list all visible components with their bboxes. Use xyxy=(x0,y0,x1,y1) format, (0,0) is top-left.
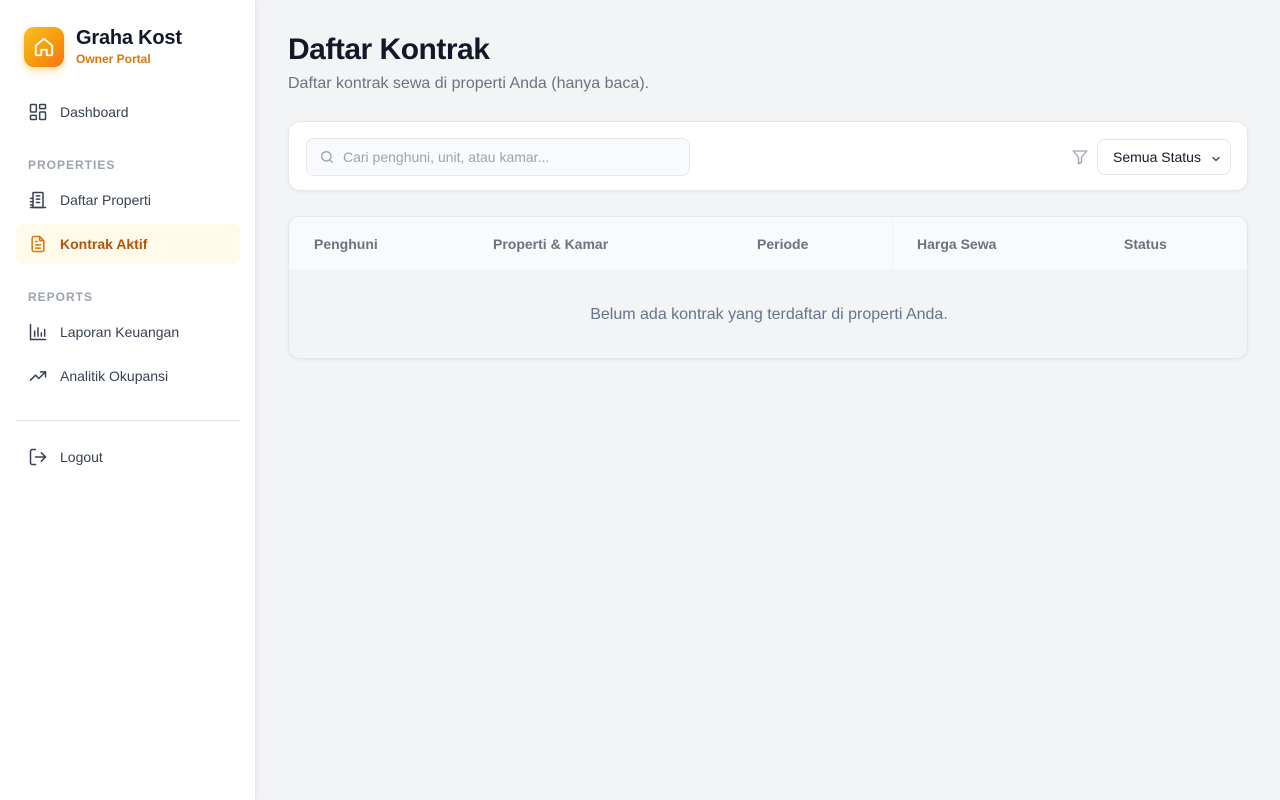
logout-icon xyxy=(28,447,48,467)
trending-up-icon xyxy=(28,366,48,386)
filter-icon xyxy=(1071,148,1089,166)
search-icon xyxy=(319,149,335,165)
sidebar-item-label: Daftar Properti xyxy=(60,192,152,208)
column-header-penghuni[interactable]: Penghuni xyxy=(314,236,378,252)
sidebar-item-label: Analitik Okupansi xyxy=(60,368,169,384)
filter-bar: Semua Status xyxy=(288,121,1248,191)
brand[interactable]: Graha Kost Owner Portal xyxy=(24,26,182,67)
search-box[interactable] xyxy=(306,138,690,176)
sidebar: Graha Kost Owner Portal Dashboard PROPER… xyxy=(0,0,256,800)
column-header-properti-kamar[interactable]: Properti & Kamar xyxy=(493,236,608,252)
sidebar-item-label: Kontrak Aktif xyxy=(60,236,148,252)
column-separator xyxy=(892,217,893,270)
column-header-status[interactable]: Status xyxy=(1124,236,1167,252)
sidebar-item-dashboard[interactable]: Dashboard xyxy=(16,92,240,132)
building-icon xyxy=(28,190,48,210)
sidebar-item-laporan-keuangan[interactable]: Laporan Keuangan xyxy=(16,312,240,352)
page-subtitle: Daftar kontrak sewa di properti Anda (ha… xyxy=(288,75,650,92)
table-body: Belum ada kontrak yang terdaftar di prop… xyxy=(289,270,1247,358)
sidebar-item-label: Logout xyxy=(60,449,103,465)
home-icon xyxy=(24,26,64,67)
column-header-harga-sewa[interactable]: Harga Sewa xyxy=(917,236,996,252)
dashboard-icon xyxy=(28,102,48,122)
sidebar-item-label: Laporan Keuangan xyxy=(60,324,180,340)
sidebar-divider xyxy=(16,420,240,421)
bar-chart-icon xyxy=(28,322,48,342)
page-title: Daftar Kontrak xyxy=(288,33,490,66)
document-icon xyxy=(28,234,48,254)
section-label-reports: REPORTS xyxy=(28,290,94,304)
search-input[interactable] xyxy=(343,149,673,165)
sidebar-item-kontrak-aktif[interactable]: Kontrak Aktif xyxy=(16,224,240,264)
logout-button[interactable]: Logout xyxy=(16,437,240,477)
brand-subtitle: Owner Portal xyxy=(76,52,151,66)
chevron-down-icon xyxy=(1210,152,1222,170)
contracts-table: Penghuni Properti & Kamar Periode Harga … xyxy=(288,216,1248,359)
table-header: Penghuni Properti & Kamar Periode Harga … xyxy=(289,217,1247,270)
section-label-properties: PROPERTIES xyxy=(28,158,116,172)
sidebar-item-analitik-okupansi[interactable]: Analitik Okupansi xyxy=(16,356,240,396)
sidebar-item-label: Dashboard xyxy=(60,104,129,120)
column-header-periode[interactable]: Periode xyxy=(757,236,808,252)
sidebar-item-daftar-properti[interactable]: Daftar Properti xyxy=(16,180,240,220)
empty-state-message: Belum ada kontrak yang terdaftar di prop… xyxy=(590,306,948,323)
status-select[interactable]: Semua Status xyxy=(1097,139,1231,175)
status-select-value: Semua Status xyxy=(1113,149,1201,165)
brand-title: Graha Kost xyxy=(76,27,182,49)
